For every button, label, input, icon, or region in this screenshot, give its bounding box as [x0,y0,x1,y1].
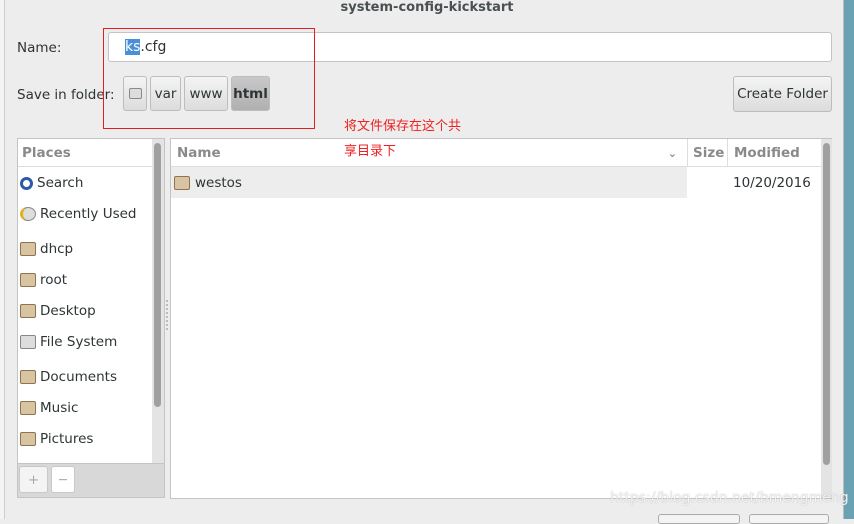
place-music[interactable]: Music [20,400,78,416]
places-panel: Places Search Recently Used dhcp root De… [17,138,165,464]
music-folder-icon [20,401,36,415]
place-root[interactable]: root [20,272,67,288]
file-name-cell: westos [171,167,687,198]
column-header-size[interactable]: Size [687,139,727,167]
place-desktop[interactable]: Desktop [20,303,96,319]
file-modified: 10/20/2016 [733,175,811,191]
place-label: dhcp [40,241,74,257]
create-folder-button[interactable]: Create Folder [733,76,832,112]
place-label: Pictures [40,431,94,447]
place-recently-used[interactable]: Recently Used [20,206,136,222]
places-scrollbar[interactable] [152,139,164,463]
search-icon [20,176,33,190]
place-file-system[interactable]: File System [20,334,117,350]
column-header-modified[interactable]: Modified [727,139,821,167]
home-folder-icon [20,273,36,287]
file-list-panel: Name ⌄ Size Modified westos 10/20/2016 [170,138,832,499]
watermark: https://blog.csdn.net/bmengmeng [610,490,849,506]
place-search[interactable]: Search [20,175,83,191]
chevron-down-icon: ⌄ [667,146,677,160]
place-dhcp[interactable]: dhcp [20,241,73,257]
annotation-text-2: 享目录下 [344,144,397,159]
save-in-folder-label: Save in folder: [17,87,115,103]
column-label: Name [177,145,221,161]
places-header: Places [18,139,152,167]
scrollbar-thumb[interactable] [823,143,830,465]
place-label: Desktop [40,303,96,319]
pictures-folder-icon [20,432,36,446]
drive-icon [20,335,36,349]
window-title: system-config-kickstart [340,0,514,15]
clock-icon [20,207,36,221]
place-label: Music [40,400,79,416]
place-label: Search [37,175,84,191]
file-list-scrollbar[interactable] [821,139,832,498]
save-button[interactable] [749,514,829,524]
place-label: File System [40,334,118,350]
background-desktop [843,0,854,519]
remove-bookmark-button[interactable]: — [51,466,75,493]
scrollbar-thumb[interactable] [154,143,161,407]
annotation-text-1: 将文件保存在这个共 [344,119,462,134]
table-row[interactable]: westos 10/20/2016 [171,167,831,198]
annotation-box [103,28,315,129]
pane-resize-handle[interactable] [166,300,169,330]
name-label: Name: [17,40,62,56]
background-window [0,0,5,519]
add-bookmark-button[interactable]: + [19,466,48,493]
place-documents[interactable]: Documents [20,369,117,385]
place-label: Documents [40,369,117,385]
file-list-header: Name ⌄ Size Modified [171,139,821,167]
place-label: root [40,272,68,288]
place-pictures[interactable]: Pictures [20,431,93,447]
column-header-name[interactable]: Name ⌄ [171,139,687,167]
folder-icon [20,242,36,256]
place-label: Recently Used [40,206,137,222]
documents-folder-icon [20,370,36,384]
desktop-folder-icon [20,304,36,318]
cancel-button[interactable] [658,514,740,524]
file-name: westos [195,174,242,191]
folder-icon [174,175,190,190]
